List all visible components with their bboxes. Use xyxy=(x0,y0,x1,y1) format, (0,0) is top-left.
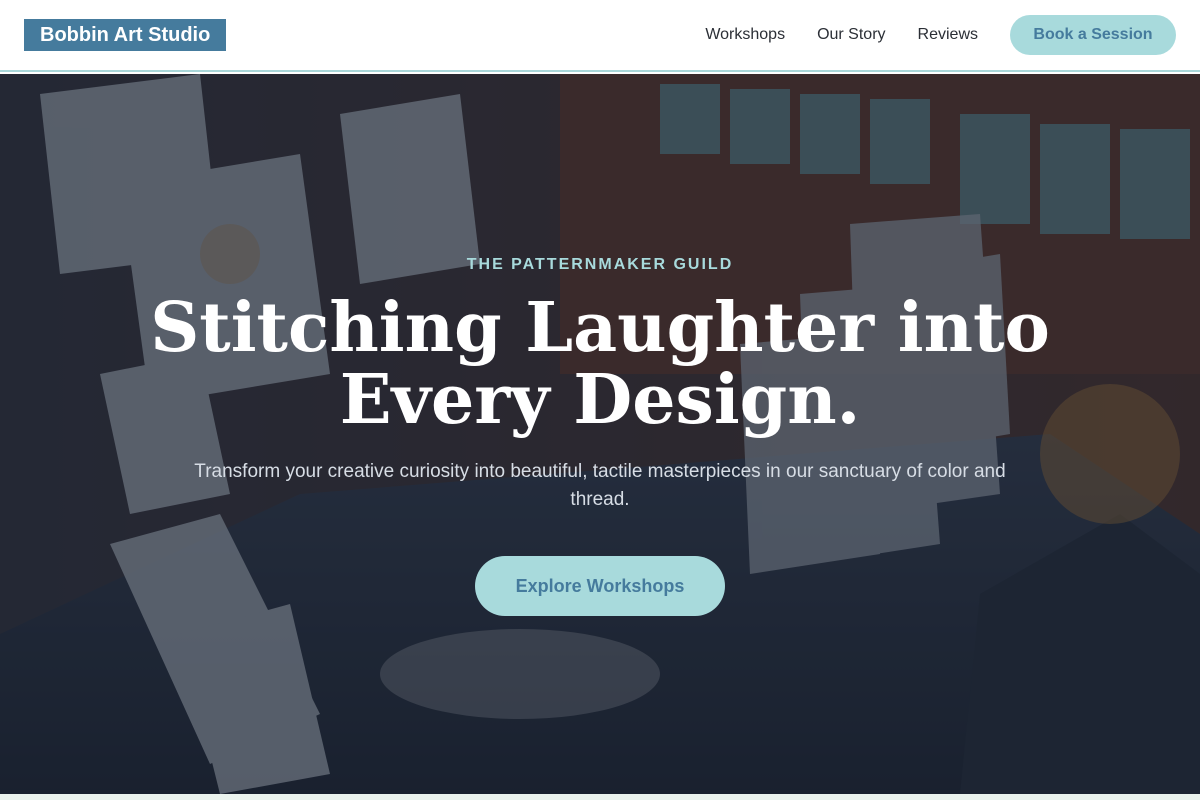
main-nav: Workshops Our Story Reviews Book a Sessi… xyxy=(705,0,1176,70)
nav-link-workshops[interactable]: Workshops xyxy=(705,26,785,44)
nav-link-reviews[interactable]: Reviews xyxy=(918,26,978,44)
hero-eyebrow: THE PATTERNMAKER GUILD xyxy=(466,256,734,273)
nav-link-our-story[interactable]: Our Story xyxy=(817,26,885,44)
hero-headline: Stitching Laughter into Every Design. xyxy=(150,292,1050,436)
book-session-button[interactable]: Book a Session xyxy=(1010,15,1176,55)
explore-workshops-button[interactable]: Explore Workshops xyxy=(475,556,725,616)
hero-headline-line-2: Every Design. xyxy=(339,360,861,440)
hero-headline-line-1: Stitching Laughter into xyxy=(150,288,1050,368)
site-header: Bobbin Art Studio Workshops Our Story Re… xyxy=(0,0,1200,72)
next-section-edge xyxy=(0,794,1200,800)
hero-section: THE PATTERNMAKER GUILD Stitching Laughte… xyxy=(0,74,1200,794)
logo[interactable]: Bobbin Art Studio xyxy=(24,19,227,51)
hero-content: THE PATTERNMAKER GUILD Stitching Laughte… xyxy=(0,74,1200,794)
hero-subtitle: Transform your creative curiosity into b… xyxy=(194,461,1006,510)
